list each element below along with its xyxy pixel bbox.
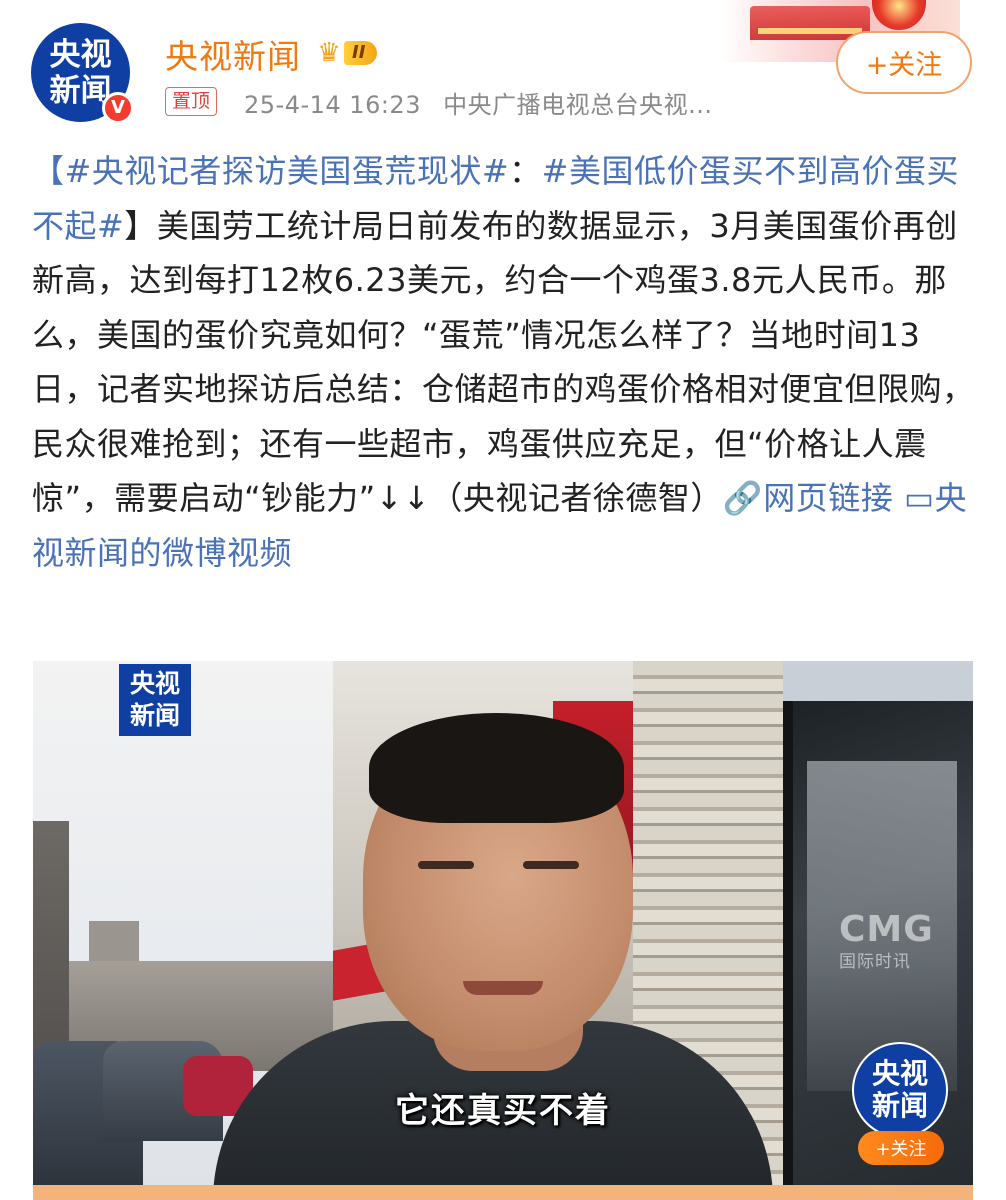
video-icon: ▭ (903, 479, 935, 517)
logo-tl-line1: 央视 (129, 669, 180, 698)
weibo-post-page: 央视 新闻 V 央视新闻 ♛ II 置顶 25-4-14 16:23 中央广播电… (0, 0, 1006, 1200)
avatar-text-line1: 央视 (49, 36, 112, 73)
video-progress-strip (33, 1185, 973, 1200)
tag-separator: ： (509, 152, 542, 190)
logo-tl-line2: 新闻 (129, 701, 180, 730)
web-link-label: 网页链接 (763, 479, 894, 517)
timestamp: 25-4-14 16:23 (244, 91, 421, 119)
vip-badge[interactable]: ♛ II (312, 38, 402, 68)
vip-level: II (344, 41, 378, 65)
video-player[interactable]: 央视 新闻 CMG 国际时讯 它还真买不着 央视 新闻 +关注 (33, 661, 973, 1185)
user-name-link[interactable]: 央视新闻 (165, 30, 301, 78)
video-person-eye-left (418, 861, 474, 869)
logo-br-line1: 央视 (871, 1057, 928, 1090)
source-text: 中央广播电视总台央视... (443, 91, 713, 119)
cctv-news-round-logo-icon[interactable]: 央视 新闻 (852, 1042, 948, 1138)
pinned-tag: 置顶 (165, 87, 218, 116)
cctv-news-logo-icon: 央视 新闻 (119, 664, 191, 736)
post-content: 【#央视记者探访美国蛋荒现状#：#美国低价蛋买不到高价蛋买不起#】美国劳工统计局… (32, 144, 977, 580)
follow-button[interactable]: +关注 (836, 31, 972, 94)
emblem-graphic (872, 0, 926, 30)
logo-br-line2: 新闻 (871, 1089, 928, 1122)
video-person-eye-right (523, 861, 579, 869)
post-body-text: 美国劳工统计局日前发布的数据显示，3月美国蛋价再创新高，达到每打12枚6.23美… (32, 206, 975, 518)
video-subtitle: 它还真买不着 (395, 1091, 611, 1131)
link-icon: 🔗 (722, 479, 764, 517)
cmg-watermark-sub: 国际时讯 (839, 952, 911, 972)
video-follow-button[interactable]: +关注 (858, 1131, 944, 1165)
verified-icon: V (102, 92, 134, 124)
video-person-hair (369, 713, 624, 823)
bracket-close: 】 (124, 206, 157, 245)
topic-tag-link-1[interactable]: 【#央视记者探访美国蛋荒现状# (32, 152, 509, 190)
crown-icon: ♛ (317, 38, 341, 68)
post-meta: 25-4-14 16:23 中央广播电视总台央视... (244, 85, 713, 120)
video-person-mouth (463, 981, 543, 995)
web-link[interactable]: 🔗网页链接 (723, 479, 893, 517)
avatar[interactable]: 央视 新闻 V (31, 23, 134, 124)
cmg-watermark: CMG (839, 909, 934, 950)
